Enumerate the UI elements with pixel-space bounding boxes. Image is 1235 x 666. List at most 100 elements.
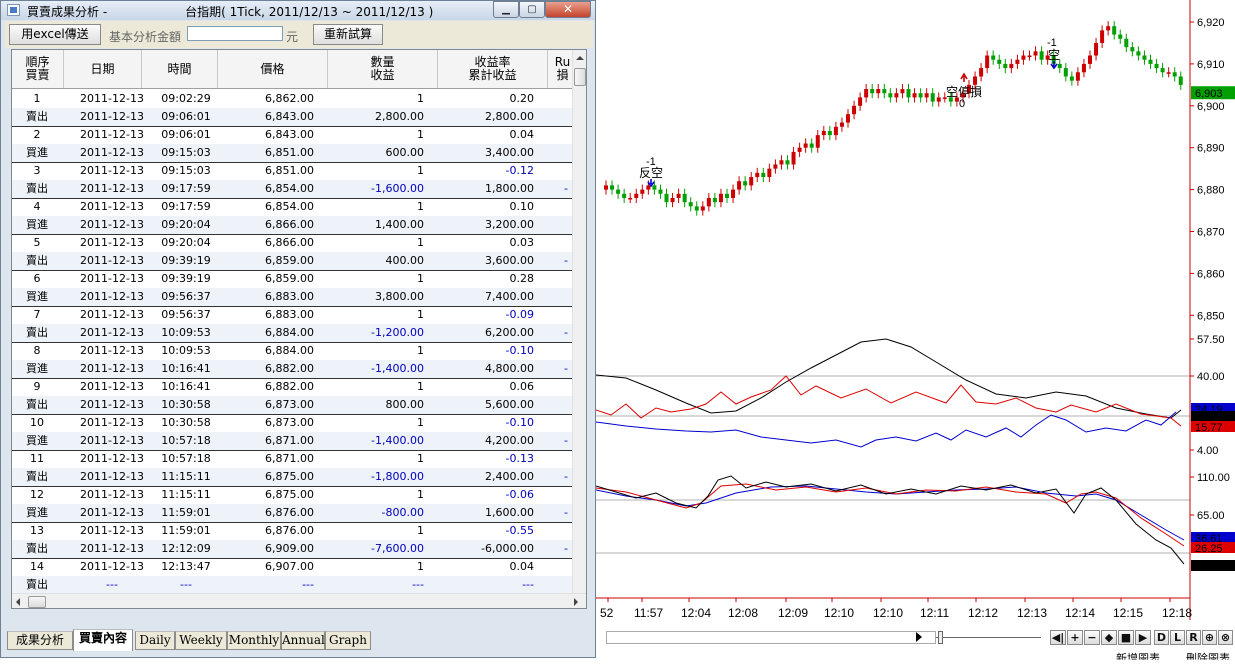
table-row[interactable]: 11 2011-12-13 10:57:18 6,871.00 1 -0.13 [12,450,572,468]
table-row[interactable]: 買進 2011-12-13 10:57:18 6,871.00 -1,400.00 4,2… [12,432,572,451]
scroll-right-icon[interactable] [574,598,578,606]
column-header[interactable]: 順序 買賣 [12,50,64,88]
trade-seq: 4 [33,200,41,213]
chart-area[interactable]: -1 反空 空停損 0 -1 空 6,920 6,910 6,900 6,890 6,880 6,8… [596,0,1235,658]
maximize-button[interactable]: ▢ [519,1,545,18]
right-button[interactable]: R [1186,630,1201,645]
exit-price: 6,882.00 [265,362,314,375]
table-body: 1 2011-12-13 09:02:29 6,862.00 1 0.20 賣出 2011-1… [12,88,572,595]
zoom-in-button[interactable]: + [1067,630,1083,645]
stop-button[interactable]: ■ [1118,630,1134,645]
vertical-scrollbar[interactable] [572,50,586,603]
table-row[interactable]: 買進 2011-12-13 10:16:41 6,882.00 -1,400.00 4,8… [12,360,572,379]
candle-body [737,181,742,190]
table-row[interactable]: 買進 2011-12-13 09:15:03 6,851.00 600.00 3,400.… [12,144,572,163]
title-bar[interactable]: 買賣成果分析 - 台指期( 1Tick, 2011/12/13 ~ 2011/12… [1,1,595,20]
time-label: 12:15 [1113,606,1143,620]
candle-body [864,89,869,98]
left-button[interactable]: L [1170,630,1185,645]
export-excel-button[interactable]: 用excel傳送 [9,24,101,45]
trade-side: 賣出 [26,110,48,123]
scroll-left-icon[interactable] [16,598,20,606]
tab-weekly[interactable]: Weekly [175,631,227,650]
table-row[interactable]: 12 2011-12-13 11:15:11 6,875.00 1 -0.06 [12,486,572,504]
horizontal-scrollbar[interactable] [12,593,586,608]
go-start-button[interactable]: ◀| [1050,630,1066,645]
candle-body [718,193,723,203]
table-row[interactable]: 6 2011-12-13 09:39:19 6,859.00 1 0.28 [12,270,572,288]
table-header: 順序 買賣 日期 時間 價格 數量 收益 收益率 累計收益 Ru 損 [12,50,578,89]
table-row[interactable]: 8 2011-12-13 10:09:53 6,884.00 1 -0.10 [12,342,572,360]
candle-body [1178,76,1183,85]
column-header[interactable]: 數量 收益 [328,50,438,88]
table-row[interactable]: 賣出 2011-12-13 09:39:19 6,859.00 400.00 3,600.… [12,252,572,271]
play-button[interactable]: ▶ [1135,630,1151,645]
scrollbar-thumb[interactable] [28,596,46,608]
table-row[interactable]: 賣出 2011-12-13 12:12:09 6,909.00 -7,600.00 -6,… [12,540,572,559]
zoom-slider-thumb[interactable] [938,631,943,644]
zoom-button[interactable]: ⊕ [1202,630,1217,645]
table-row[interactable]: 賣出 2011-12-13 10:30:58 6,873.00 800.00 5,600.… [12,396,572,415]
amount-input[interactable] [187,26,283,41]
table-row[interactable]: 5 2011-12-13 09:20:04 6,866.00 1 0.03 [12,234,572,252]
scroll-right-button[interactable] [916,632,922,642]
entry-date: 2011-12-13 [80,128,144,141]
candle-body [694,206,699,211]
exit-time: 10:16:41 [161,362,211,375]
table-row[interactable]: 2 2011-12-13 09:06:01 6,843.00 1 0.04 [12,126,572,144]
column-header[interactable]: 收益率 累計收益 [438,50,548,88]
table-row[interactable]: 買進 2011-12-13 09:56:37 6,883.00 3,800.00 7,40… [12,288,572,307]
price-chart[interactable]: -1反空空停損0-1空 6,9206,9106,9006,8906,8806,8… [596,0,1235,658]
table-row[interactable]: 4 2011-12-13 09:17:59 6,854.00 1 0.10 [12,198,572,216]
tab-daily[interactable]: Daily [135,631,175,650]
table-row[interactable]: 買進 2011-12-13 11:59:01 6,876.00 -800.00 1,600… [12,504,572,523]
cumulative-profit: 3,400.00 [485,146,534,159]
column-header[interactable]: 日期 [64,50,142,88]
table-row[interactable]: 10 2011-12-13 10:30:58 6,873.00 1 -0.10 [12,414,572,432]
entry-price: 6,843.00 [265,128,314,141]
table-row[interactable]: 1 2011-12-13 09:02:29 6,862.00 1 0.20 [12,90,572,108]
daily-button[interactable]: D [1154,630,1169,645]
exit-date: 2011-12-13 [80,398,144,411]
trade-profit: -7,600.00 [371,542,424,555]
column-header-line2: 收益 [370,68,395,82]
table-row[interactable]: 賣出 2011-12-13 11:15:11 6,875.00 -1,800.00 2,4… [12,468,572,487]
tab-graph[interactable]: Graph [325,631,371,650]
table-row[interactable]: 7 2011-12-13 09:56:37 6,883.00 1 -0.09 [12,306,572,324]
table-row[interactable]: 13 2011-12-13 11:59:01 6,876.00 1 -0.55 [12,522,572,540]
table-row[interactable]: 3 2011-12-13 09:15:03 6,851.00 1 -0.12 [12,162,572,180]
candle-body [1069,76,1074,81]
scroll-up-icon[interactable] [576,56,584,60]
tab-annual[interactable]: Annual [281,631,325,650]
scrollbar-thumb[interactable] [574,68,586,86]
candle-body [973,76,978,85]
table-row[interactable]: 買進 2011-12-13 09:20:04 6,866.00 1,400.00 3,20… [12,216,572,235]
tab-result[interactable]: 成果分析 [7,631,73,650]
settings-button[interactable]: ⊗ [1218,630,1233,645]
remove-chart-button[interactable]: 刪除圖表 [1186,650,1230,660]
zoom-out-button[interactable]: − [1084,630,1100,645]
column-header[interactable]: 價格 [218,50,328,88]
table-row[interactable]: 賣出 2011-12-13 09:17:59 6,854.00 -1,600.00 1,8… [12,180,572,199]
table-row[interactable]: 賣出 2011-12-13 09:06:01 6,843.00 2,800.00 2,80… [12,108,572,127]
recalculate-button[interactable]: 重新試算 [313,24,383,45]
table-row[interactable]: 賣出 2011-12-13 10:09:53 6,884.00 -1,200.00 6,2… [12,324,572,343]
time-label: 12:12 [968,606,998,620]
tab-monthly[interactable]: Monthly [227,631,281,650]
marker-button[interactable]: ◆ [1101,630,1117,645]
close-button[interactable]: ✕ [545,1,591,18]
tab-trades[interactable]: 買賣內容 [73,629,133,651]
table-row[interactable]: 9 2011-12-13 10:16:41 6,882.00 1 0.06 [12,378,572,396]
add-chart-button[interactable]: 新增圖表 [1116,650,1160,660]
column-header[interactable]: 時間 [142,50,218,88]
table-row[interactable]: 14 2011-12-13 12:13:47 6,907.00 1 0.04 [12,558,572,576]
exit-time: 09:39:19 [161,254,211,267]
entry-price: 6,882.00 [265,380,314,393]
time-label: 12:14 [1065,606,1095,620]
trade-quantity: 1 [417,488,424,501]
minimize-button[interactable]: ▁ [493,1,519,18]
zoom-slider[interactable] [936,637,1041,638]
return-rate: -0.13 [505,452,534,465]
candle-body [779,160,784,165]
scroll-track[interactable] [606,631,936,644]
